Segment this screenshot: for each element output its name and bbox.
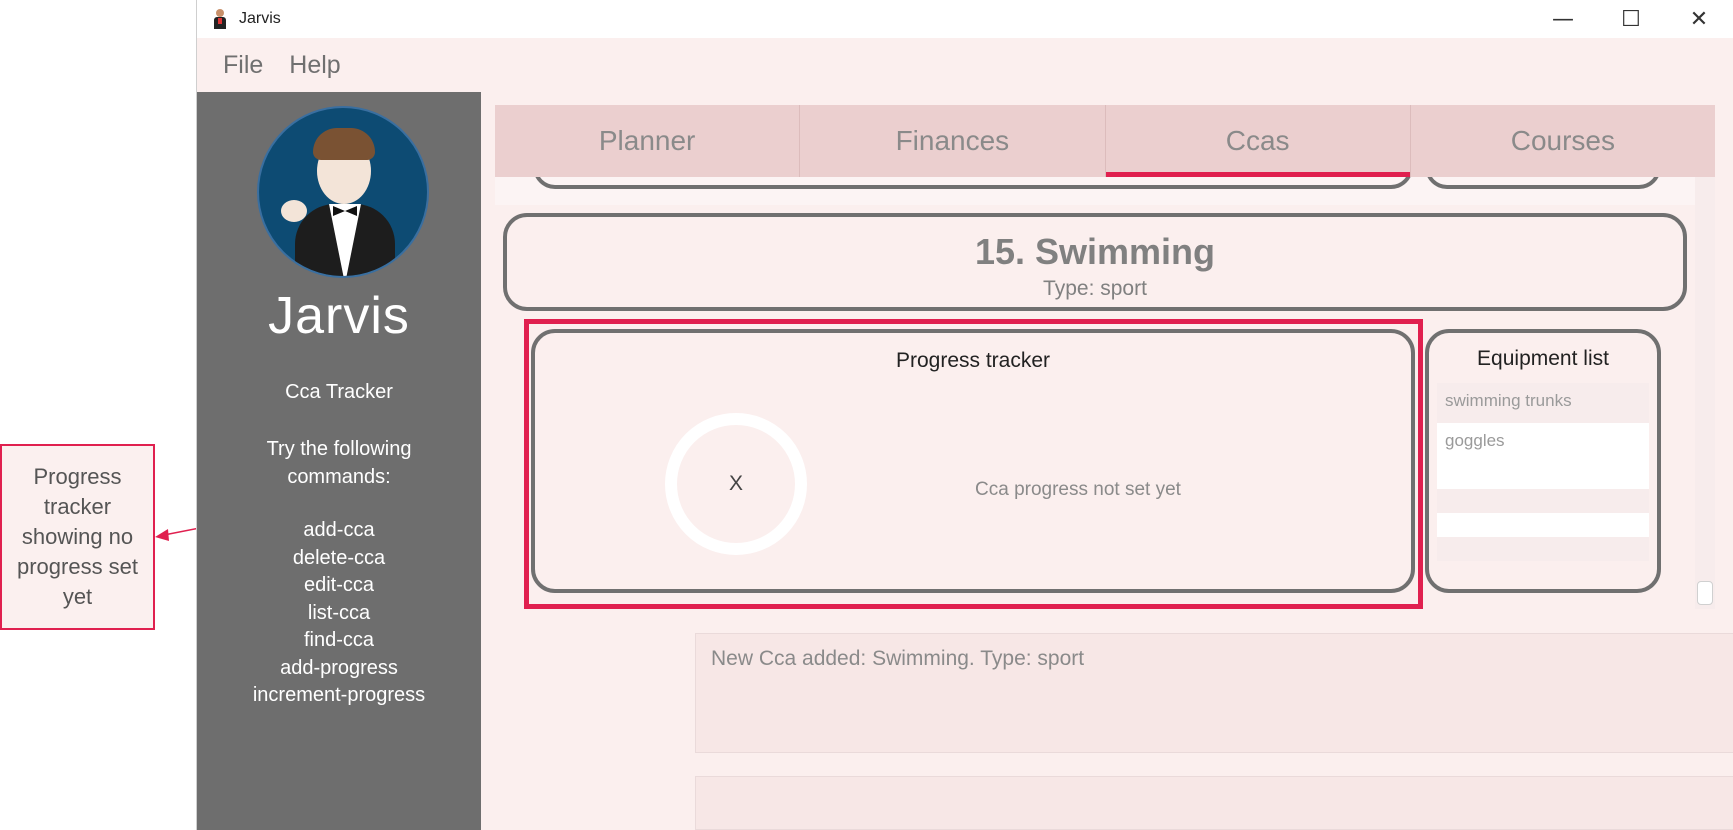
cca-card[interactable]: 15. Swimming Type: sport bbox=[503, 213, 1687, 311]
list-scrollbar[interactable] bbox=[1695, 177, 1715, 609]
tab-finances[interactable]: Finances bbox=[800, 105, 1106, 177]
result-text: New Cca added: Swimming. Type: sport bbox=[711, 647, 1085, 670]
menu-bar: File Help bbox=[197, 38, 1733, 92]
tab-ccas[interactable]: Ccas bbox=[1105, 105, 1411, 177]
progress-highlight-box bbox=[524, 319, 1423, 609]
equipment-list-title: Equipment list bbox=[1477, 347, 1609, 370]
cca-name: 15. Swimming bbox=[974, 231, 1216, 272]
menu-file[interactable]: File bbox=[223, 51, 263, 80]
command-item: delete-cca bbox=[292, 546, 386, 569]
annotation-text: Progress tracker showing no progress set… bbox=[16, 464, 139, 609]
command-item: add-cca bbox=[303, 519, 375, 541]
cca-type: Type: sport bbox=[1043, 277, 1147, 300]
command-list: add-cca delete-cca edit-cca list-cca fin… bbox=[197, 517, 481, 710]
close-button[interactable]: ✕ bbox=[1665, 0, 1733, 38]
annotation-callout: Progress tracker showing no progress set… bbox=[0, 444, 155, 630]
tab-courses[interactable]: Courses bbox=[1411, 105, 1715, 177]
minimize-button[interactable]: — bbox=[1529, 0, 1597, 38]
equipment-item[interactable]: swimming trunks bbox=[1437, 383, 1649, 423]
list-scrollbar-thumb[interactable] bbox=[1697, 581, 1713, 605]
command-input[interactable] bbox=[695, 776, 1733, 830]
previous-progress-card bbox=[533, 177, 1413, 189]
equipment-list[interactable]: swimming trunks goggles bbox=[1437, 383, 1649, 561]
butler-avatar bbox=[257, 106, 429, 278]
menu-help[interactable]: Help bbox=[289, 51, 340, 80]
tab-planner[interactable]: Planner bbox=[495, 105, 801, 177]
equipment-item[interactable]: goggles bbox=[1437, 423, 1649, 489]
command-item: increment-progress bbox=[252, 684, 426, 706]
previous-equipment-card bbox=[1425, 177, 1661, 189]
tab-bar: Planner Finances Ccas Courses bbox=[495, 105, 1715, 177]
try-commands-text: Try the following commands: bbox=[266, 438, 412, 488]
maximize-button[interactable]: ☐ bbox=[1597, 0, 1665, 38]
window-title: Jarvis bbox=[239, 10, 281, 27]
equipment-list-panel: Equipment list swimming trunks goggles bbox=[1425, 329, 1661, 593]
command-item: edit-cca bbox=[303, 574, 375, 596]
sidebar: Jarvis Cca Tracker Try the following com… bbox=[197, 92, 481, 830]
tracker-title: Cca Tracker bbox=[285, 381, 393, 403]
command-item: list-cca bbox=[307, 601, 371, 624]
title-bar: Jarvis — ☐ ✕ bbox=[197, 0, 1733, 38]
command-item: add-progress bbox=[280, 656, 398, 679]
command-item: find-cca bbox=[303, 629, 375, 651]
jarvis-app-icon bbox=[211, 8, 229, 30]
sidebar-brand: Jarvis bbox=[268, 287, 410, 345]
result-display: New Cca added: Swimming. Type: sport bbox=[695, 633, 1733, 753]
